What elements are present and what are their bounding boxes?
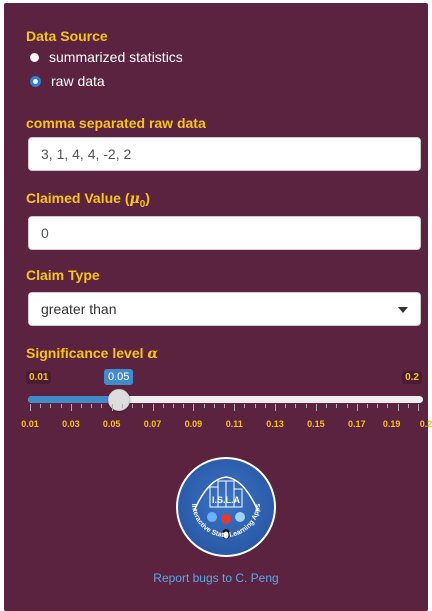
slider-tick-label: 0.07 <box>143 419 162 429</box>
claim-type-selected: greater than <box>41 301 117 317</box>
slider-tick <box>70 404 72 411</box>
alpha-symbol: α <box>147 346 159 362</box>
slider-tick <box>101 404 103 408</box>
slider-tick <box>285 404 287 408</box>
slider-tick <box>387 404 389 408</box>
sidebar-panel: Data Source summarized statistics raw da… <box>4 3 432 611</box>
slider-tick <box>40 404 42 408</box>
significance-label: Significance level α <box>26 345 158 362</box>
slider-tick <box>254 404 256 408</box>
radio-summarized-statistics[interactable]: summarized statistics <box>30 49 183 65</box>
slider-tick <box>203 404 205 408</box>
report-bugs-link[interactable]: Report bugs to C. Peng <box>4 571 428 585</box>
slider-tick <box>377 404 379 408</box>
slider-tick <box>234 404 236 411</box>
raw-data-label: comma separated raw data <box>26 115 206 131</box>
slider-tick <box>275 404 277 411</box>
claim-type-select[interactable]: greater than <box>28 292 421 326</box>
slider-tick <box>172 404 174 408</box>
mu-symbol: μ <box>129 191 140 207</box>
radio-checked-icon[interactable] <box>30 75 41 87</box>
slider-tick <box>397 404 399 411</box>
slider-current-value: 0.05 <box>104 369 134 385</box>
slider-tick <box>152 404 154 411</box>
claimed-value-label: Claimed Value (μ0) <box>26 190 150 210</box>
slider-tick <box>162 404 164 408</box>
slider-tick <box>91 404 93 408</box>
radio-unchecked-icon[interactable] <box>30 52 39 62</box>
slider-tick <box>50 404 52 408</box>
slider-tick <box>264 404 266 408</box>
slider-tick <box>111 404 113 411</box>
slider-tick <box>315 404 317 411</box>
claimed-value-label-text: Claimed Value ( <box>26 190 130 206</box>
slider-tick <box>30 404 31 411</box>
slider-tick <box>224 404 225 408</box>
slider-tick-label: 0.2 <box>419 419 432 429</box>
radio-label: summarized statistics <box>49 49 183 65</box>
radio-raw-data[interactable]: raw data <box>30 73 105 89</box>
slider-tick <box>326 404 328 408</box>
claimed-value-input[interactable]: 0 <box>28 216 421 250</box>
slider-tick <box>142 404 144 408</box>
slider-tick <box>244 404 246 408</box>
slider-tick <box>193 404 195 411</box>
slider-tick <box>132 404 134 408</box>
data-source-label: Data Source <box>26 28 108 44</box>
slider-tick <box>295 404 297 408</box>
slider-tick-label: 0.01 <box>21 419 39 429</box>
slider-tick-label: 0.19 <box>382 419 401 429</box>
significance-label-text: Significance level <box>26 345 144 361</box>
slider-tick <box>346 404 348 408</box>
logo-text-top: I.S.L.A <box>212 495 241 505</box>
slider-tick <box>121 404 123 408</box>
slider-tick <box>336 404 338 408</box>
slider-fill <box>28 396 120 403</box>
raw-data-input[interactable]: 3, 1, 4, 4, -2, 2 <box>28 137 421 171</box>
slider-tick <box>305 404 307 408</box>
slider-tick <box>366 404 368 408</box>
slider-tick-label: 0.09 <box>184 419 203 429</box>
slider-tick-label: 0.13 <box>266 419 284 429</box>
slider-tick-label: 0.15 <box>307 419 325 429</box>
slider-tick-label: 0.03 <box>62 419 80 429</box>
slider-tick-label: 0.11 <box>225 419 243 429</box>
slider-tick <box>81 404 83 408</box>
slider-tick-label: 0.17 <box>347 419 366 429</box>
slider-tick <box>60 404 62 408</box>
isla-logo: I.S.L.A Interactive Stats Learning Apps <box>176 457 276 557</box>
slider-tick <box>418 404 419 411</box>
chevron-down-icon <box>398 307 408 313</box>
slider-max-label: 0.2 <box>402 371 422 384</box>
slider-tick <box>407 404 409 408</box>
slider-tick <box>356 404 358 411</box>
radio-label: raw data <box>51 73 105 89</box>
slider-tick-label: 0.05 <box>102 419 121 429</box>
logo-graphic: I.S.L.A Interactive Stats Learning Apps <box>190 476 262 539</box>
claim-type-label: Claim Type <box>26 267 100 283</box>
slider-min-label: 0.01 <box>26 371 52 384</box>
slider-tick <box>183 404 185 408</box>
slider-tick <box>213 404 215 408</box>
claimed-value-label-close: ) <box>145 190 150 206</box>
